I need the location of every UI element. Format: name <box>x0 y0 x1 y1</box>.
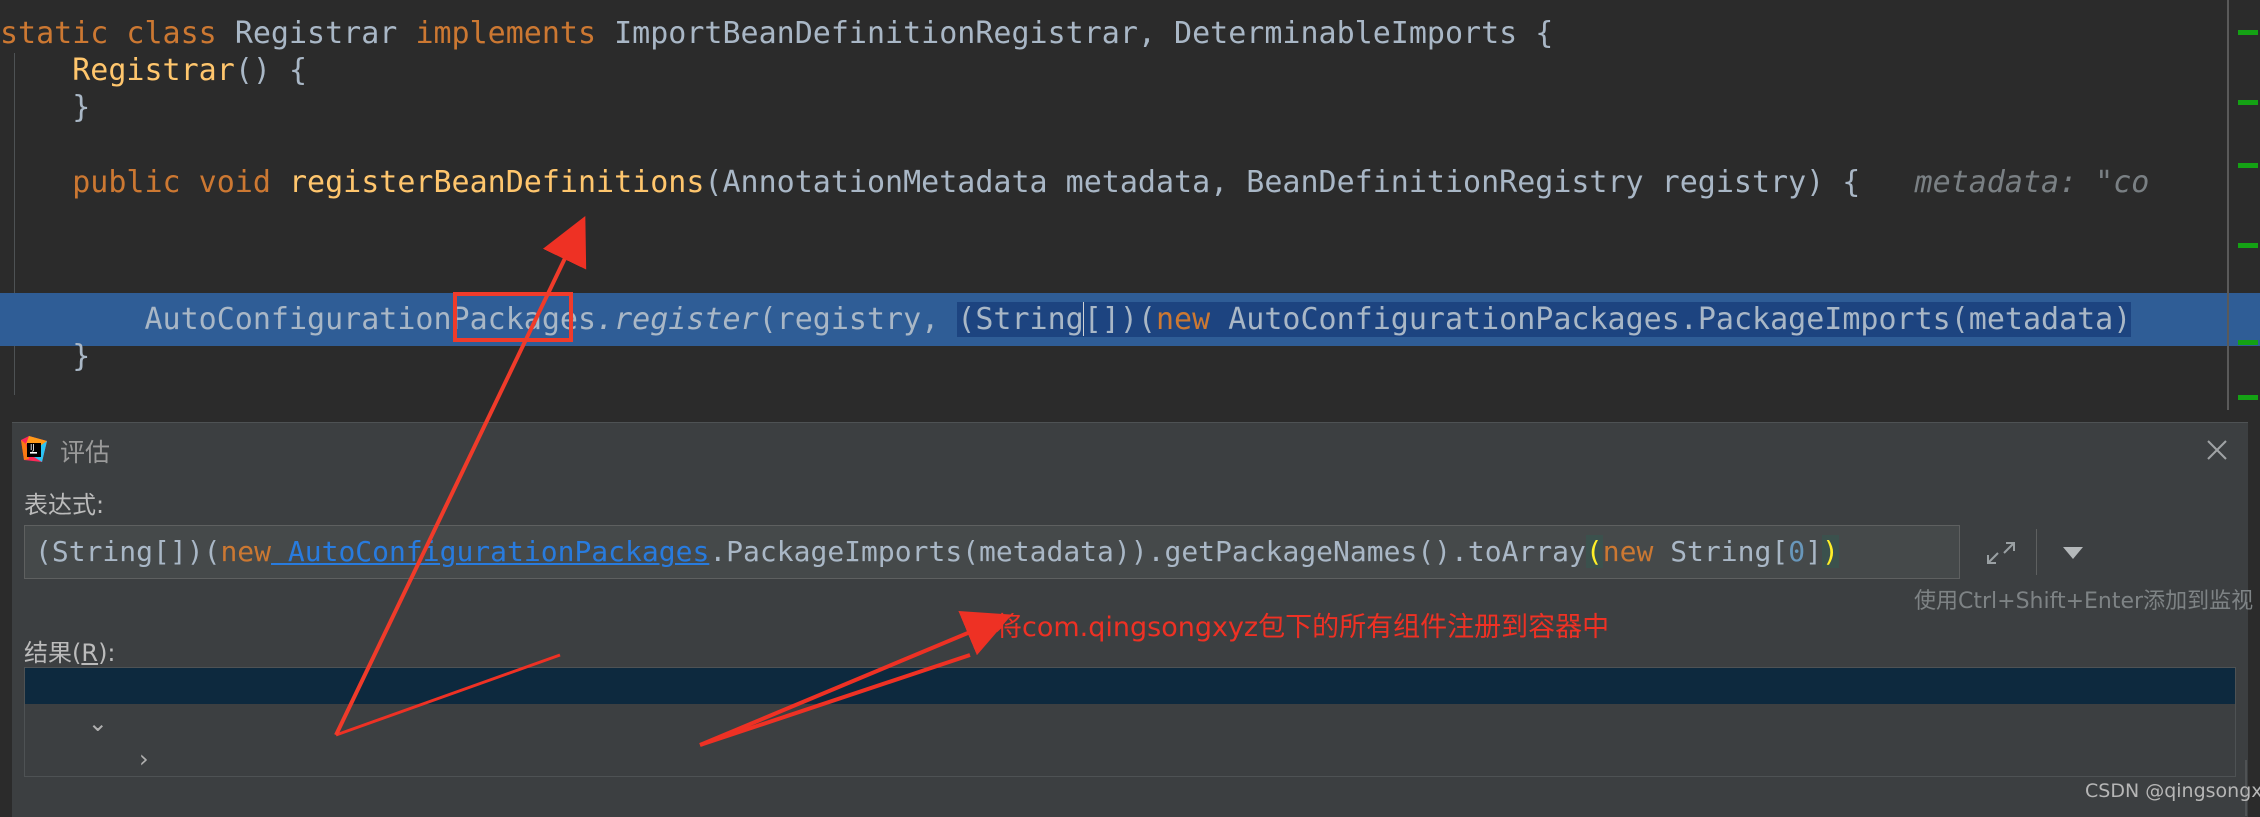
dialog-title: 评估 <box>60 438 111 467</box>
editor-scrollbar-separator <box>2227 0 2229 410</box>
scrollbar-change-marker[interactable] <box>2238 243 2258 248</box>
scrollbar-change-marker[interactable] <box>2238 100 2258 105</box>
result-label: 结果(R): <box>24 633 116 668</box>
result-tree[interactable]: ⌄ 结果 = {String[1]@4502} ["com.qingsongxy… <box>24 667 2236 777</box>
expr-type-link[interactable]: AutoConfigurationPackages <box>271 535 709 568</box>
chevron-down-icon[interactable] <box>2044 525 2102 579</box>
expr-text: [ <box>1771 535 1789 568</box>
result-label-suffix: ): <box>98 639 116 667</box>
code-keyword: public void <box>72 165 289 200</box>
expr-number: 0 <box>1788 535 1806 568</box>
code-line-7[interactable]: } <box>0 330 2260 383</box>
expression-row: (String[])(new AutoConfigurationPackages… <box>24 525 2236 579</box>
tree-row[interactable]: ⌄ 结果 = {String[1]@4502} ["com.qingsongxy… <box>25 668 2235 737</box>
code-text: (AnnotationMetadata metadata, BeanDefini… <box>704 165 1861 200</box>
scrollbar-change-marker[interactable] <box>2238 395 2258 400</box>
chevron-right-icon[interactable]: › <box>131 741 157 776</box>
code-text: } <box>72 90 91 125</box>
inlay-parameter-hint: metadata: "co <box>1914 165 2150 200</box>
result-label-prefix: 结果( <box>24 639 82 667</box>
expr-text: (String[])( <box>35 535 221 568</box>
evaluate-expression-dialog[interactable]: IJ 评估 表达式: (String[])(new AutoConfigurat… <box>12 422 2253 817</box>
code-spacer <box>1860 165 1914 200</box>
expr-matched-paren: ( <box>1585 535 1603 568</box>
result-label-mnemonic: R <box>81 639 99 667</box>
code-text: } <box>72 339 91 374</box>
expr-text: .PackageImports(metadata)).getPackageNam… <box>709 535 1586 568</box>
expr-keyword: new <box>1602 535 1654 568</box>
close-icon[interactable] <box>2202 435 2232 465</box>
expression-input[interactable]: (String[])(new AutoConfigurationPackages… <box>24 525 1960 579</box>
code-method: registerBeanDefinitions <box>289 165 705 200</box>
expr-matched-paren: ) <box>1821 535 1839 568</box>
scrollbar-change-marker[interactable] <box>2238 30 2258 35</box>
code-line-5[interactable]: public void registerBeanDefinitions(Anno… <box>0 156 2260 209</box>
dialog-titlebar: IJ 评估 <box>12 423 2248 473</box>
expr-keyword: new <box>220 535 272 568</box>
expression-hint: 使用Ctrl+Shift+Enter添加到监视 <box>1914 589 2254 614</box>
scrollbar-change-marker[interactable] <box>2238 340 2258 345</box>
expression-label: 表达式: <box>24 491 105 519</box>
code-editor[interactable]: static class Registrar implements Import… <box>0 0 2260 410</box>
expr-text: ] <box>1805 535 1822 568</box>
tree-row[interactable]: › 0 = "com.qingsongxyz" <box>25 704 2235 773</box>
svg-text:IJ: IJ <box>30 443 35 452</box>
expression-toolbar-divider <box>2036 529 2037 575</box>
intellij-idea-icon: IJ <box>20 435 48 463</box>
scrollbar-change-marker[interactable] <box>2238 163 2258 168</box>
expand-icon[interactable] <box>1970 525 2030 579</box>
code-line-3[interactable]: } <box>0 81 2260 134</box>
expr-text: String <box>1653 535 1772 568</box>
